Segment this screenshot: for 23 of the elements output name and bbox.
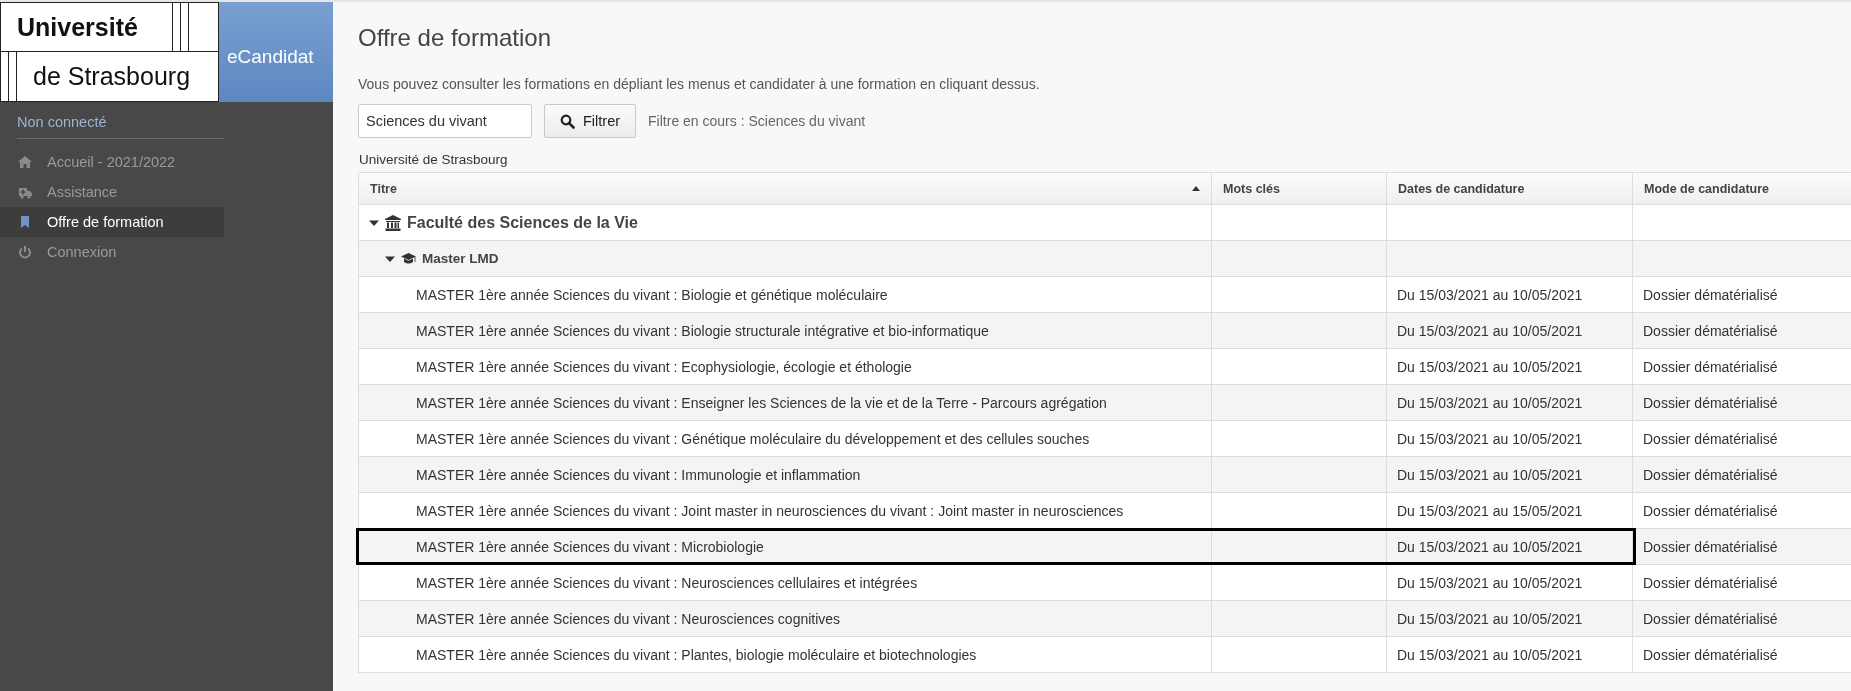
table-cell: Du 15/03/2021 au 10/05/2021: [1387, 637, 1633, 673]
table-cell[interactable]: MASTER 1ère année Sciences du vivant : Plantes, biologie moléculaire et biotechnologies: [359, 637, 1212, 673]
ambulance-icon: [18, 185, 32, 199]
logo-text: de Strasbourg: [32, 61, 192, 92]
intro-text: Vous pouvez consulter les formations en dépliant les menus et candidater à une formation en cliquant dessus.: [358, 76, 1041, 92]
filter-field[interactable]: Sciences du vivant: [358, 104, 532, 138]
filter-button[interactable]: Filtrer: [544, 104, 637, 138]
institution-label: Université de Strasbourg: [359, 152, 509, 167]
table-cell[interactable]: MASTER 1ère année Sciences du vivant : Joint master in neurosciences du vivant : Joint master in neurosciences: [359, 493, 1212, 529]
user-status: Non connecté: [17, 114, 224, 139]
graduation-cap-icon: [401, 252, 416, 265]
power-icon: [18, 245, 32, 259]
logo-text: Université: [1, 3, 173, 51]
table-cell: Du 15/03/2021 au 15/05/2021: [1387, 493, 1633, 529]
bookmark-icon: [18, 215, 32, 229]
sidebar-item[interactable]: Offre de formation: [0, 207, 224, 237]
search-icon: [560, 113, 575, 129]
app-name: eCandidat: [227, 46, 314, 67]
institution-icon: [385, 214, 401, 231]
table-cell: Dossier dématérialisé: [1633, 637, 1851, 673]
current-filter-text: Filtre en cours : Sciences du vivant: [648, 113, 866, 129]
home-icon: [18, 155, 32, 169]
page-title: Offre de formation: [358, 24, 552, 52]
